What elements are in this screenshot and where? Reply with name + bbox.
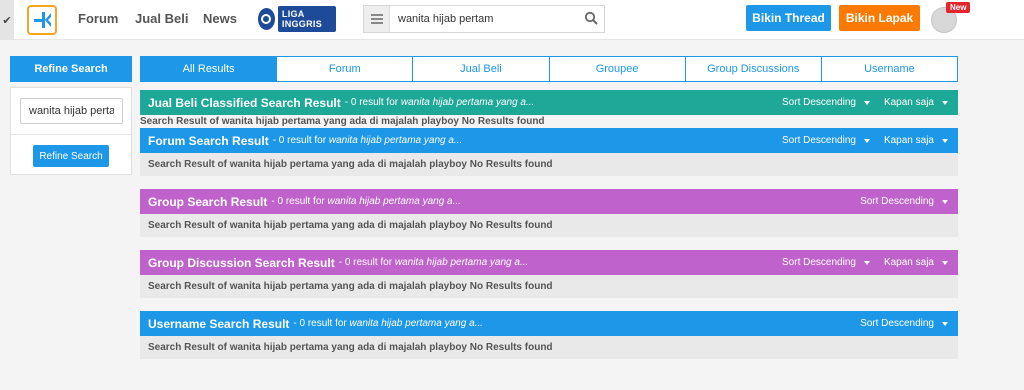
jual-beli-result-body: Search Result of wanita hijab pertama ya… bbox=[140, 116, 545, 127]
group-discussion-result-body: Search Result of wanita hijab pertama ya… bbox=[140, 275, 958, 298]
search-icon[interactable] bbox=[584, 11, 598, 30]
caret-down-icon bbox=[942, 260, 948, 265]
refine-panel: Refine Search bbox=[10, 87, 132, 175]
caret-down-icon bbox=[942, 100, 948, 105]
forum-result-body: Search Result of wanita hijab pertama ya… bbox=[140, 153, 958, 176]
menu-icon[interactable] bbox=[364, 6, 390, 32]
tab-groupee[interactable]: Groupee bbox=[548, 57, 685, 81]
group-result-header: Group Search Result - 0 result for wanit… bbox=[140, 189, 958, 214]
result-count: - 0 result for wanita hijab pertama yang… bbox=[338, 257, 529, 268]
refine-search-title: Refine Search bbox=[10, 56, 132, 82]
result-count: - 0 result for wanita hijab pertama yang… bbox=[272, 135, 463, 146]
result-tabs: All Results Forum Jual Beli Groupee Grou… bbox=[140, 56, 958, 82]
sort-dropdown[interactable]: Sort Descending bbox=[860, 318, 948, 329]
section-title: Forum Search Result bbox=[148, 133, 269, 148]
group-discussion-result-header: Group Discussion Search Result - 0 resul… bbox=[140, 250, 958, 275]
username-result-header: Username Search Result - 0 result for wa… bbox=[140, 311, 958, 336]
section-title: Group Discussion Search Result bbox=[148, 255, 335, 270]
check-icon: ✔ bbox=[2, 14, 12, 27]
search-input[interactable]: wanita hijab pertam bbox=[398, 13, 493, 25]
sort-dropdown[interactable]: Sort Descending bbox=[782, 257, 870, 268]
tab-jual-beli[interactable]: Jual Beli bbox=[412, 57, 548, 81]
username-result-body: Search Result of wanita hijab pertama ya… bbox=[140, 336, 958, 359]
caret-down-icon bbox=[863, 260, 870, 265]
nav-news[interactable]: News bbox=[203, 11, 237, 26]
result-count: - 0 result for wanita hijab pertama yang… bbox=[293, 318, 483, 329]
nav-jual-beli[interactable]: Jual Beli bbox=[135, 11, 188, 26]
group-result-body: Search Result of wanita hijab pertama ya… bbox=[140, 214, 958, 237]
lion-icon bbox=[258, 8, 275, 30]
jual-beli-result-header: Jual Beli Classified Search Result - 0 r… bbox=[140, 90, 958, 115]
nav-forum[interactable]: Forum bbox=[78, 11, 118, 26]
section-title: Group Search Result bbox=[148, 194, 268, 209]
tab-forum[interactable]: Forum bbox=[276, 57, 412, 81]
tab-username[interactable]: Username bbox=[820, 57, 957, 81]
liga-label: LIGA INGGRIS bbox=[277, 6, 336, 32]
bikin-thread-button[interactable]: Bikin Thread bbox=[746, 5, 831, 31]
section-title: Username Search Result bbox=[148, 316, 290, 331]
sort-dropdown[interactable]: Sort Descending bbox=[782, 135, 870, 146]
top-navbar: ✔ Forum Jual Beli News LIGA INGGRIS wani… bbox=[0, 0, 1024, 40]
refine-search-button[interactable]: Refine Search bbox=[33, 145, 109, 167]
refine-search-input[interactable] bbox=[20, 98, 123, 124]
sort-dropdown[interactable]: Sort Descending bbox=[782, 97, 870, 108]
caret-down-icon bbox=[863, 100, 870, 105]
tab-group-discussions[interactable]: Group Discussions bbox=[684, 57, 821, 81]
time-dropdown[interactable]: Kapan saja bbox=[884, 97, 948, 108]
time-dropdown[interactable]: Kapan saja bbox=[884, 135, 948, 146]
caret-down-icon bbox=[863, 138, 870, 143]
forum-result-header: Forum Search Result - 0 result for wanit… bbox=[140, 128, 958, 153]
time-dropdown[interactable]: Kapan saja bbox=[884, 257, 948, 268]
result-count: - 0 result for wanita hijab pertama yang… bbox=[344, 97, 535, 108]
bikin-lapak-button[interactable]: Bikin Lapak bbox=[839, 5, 920, 31]
tab-all-results[interactable]: All Results bbox=[141, 57, 277, 81]
caret-down-icon bbox=[942, 199, 948, 204]
search-bar: wanita hijab pertam bbox=[363, 5, 605, 33]
result-count: - 0 result for wanita hijab pertama yang… bbox=[271, 196, 461, 207]
liga-inggris-link[interactable]: LIGA INGGRIS bbox=[258, 6, 336, 32]
caret-down-icon bbox=[942, 321, 948, 326]
new-badge: New bbox=[946, 2, 971, 13]
collapse-tab[interactable]: ✔ bbox=[0, 0, 14, 40]
section-title: Jual Beli Classified Search Result bbox=[148, 95, 341, 110]
caret-down-icon bbox=[942, 138, 948, 143]
kaskus-logo-icon[interactable] bbox=[27, 5, 57, 35]
divider bbox=[11, 134, 131, 135]
sort-dropdown[interactable]: Sort Descending bbox=[860, 196, 948, 207]
